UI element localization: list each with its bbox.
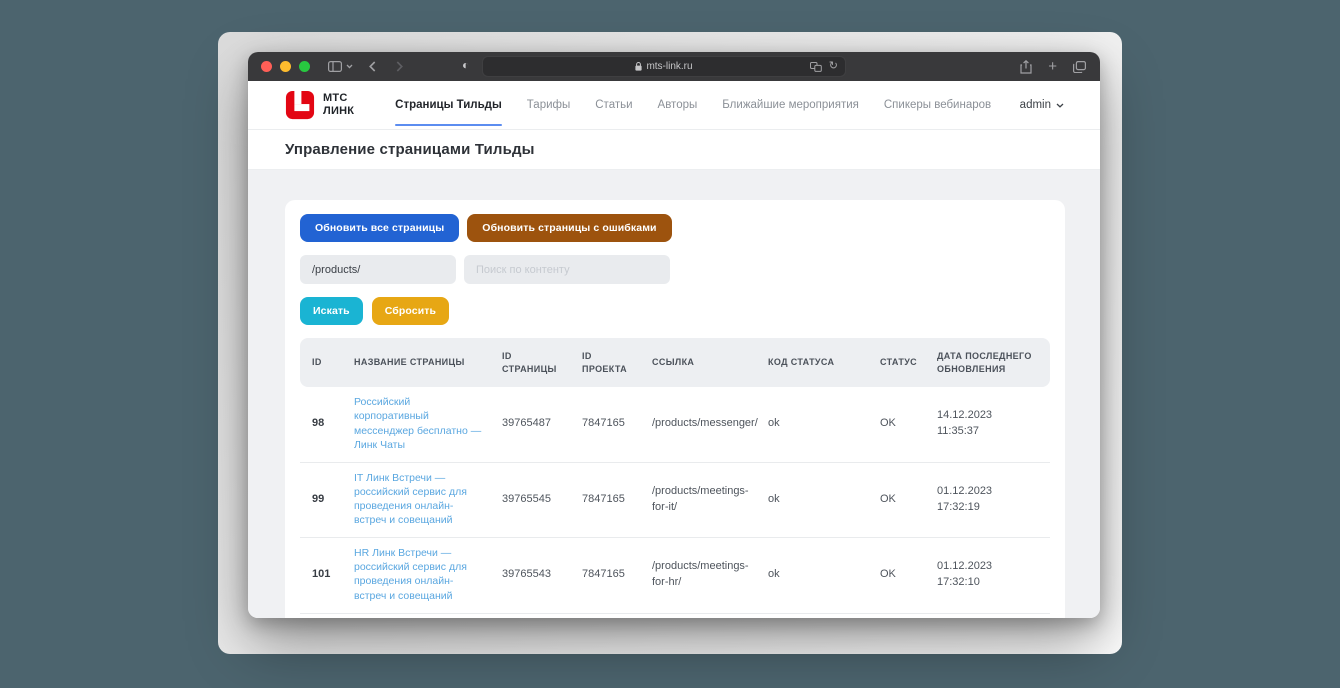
- share-icon[interactable]: [1020, 59, 1032, 74]
- cell-status: OK: [870, 537, 927, 613]
- page-name-link[interactable]: IT Линк Встречи — российский сервис для …: [354, 471, 482, 528]
- col-page-name: НАЗВАНИЕ СТРАНИЦЫ: [344, 338, 492, 388]
- cell-status-code: [758, 612, 870, 618]
- cell-id: 101: [300, 537, 344, 613]
- nav-item-articles[interactable]: Статьи: [595, 81, 632, 129]
- back-icon[interactable]: [369, 61, 376, 72]
- page-name-link[interactable]: HR Линк Встречи — российский сервис для …: [354, 546, 482, 603]
- table-row: Линк Вебинары —: [300, 612, 1050, 618]
- cell-updated: 01.12.2023 17:32:19: [927, 461, 1050, 538]
- cell-link: /products/messenger/: [642, 387, 758, 462]
- mts-link-logo[interactable]: МТС ЛИНК: [285, 90, 354, 120]
- cell-updated: [927, 612, 1050, 618]
- table-header-row: ID НАЗВАНИЕ СТРАНИЦЫ ID СТРАНИЦЫ ID ПРОЕ…: [300, 338, 1050, 388]
- cell-project-id: 7847165: [572, 461, 642, 538]
- reload-icon[interactable]: ↻: [829, 61, 838, 72]
- translate-icon[interactable]: [809, 61, 822, 72]
- cell-link: [642, 612, 758, 618]
- col-status-code: КОД СТАТУСА: [758, 338, 870, 388]
- mts-link-logo-icon: [285, 90, 315, 120]
- sidebar-chevron-down-icon[interactable]: [346, 64, 353, 69]
- cell-status-code: ok: [758, 461, 870, 538]
- tab-overview-icon[interactable]: [1073, 60, 1086, 73]
- browser-titlebar: ◐ mts-link.ru ↻ +: [248, 52, 1100, 81]
- app-header: МТС ЛИНК Страницы Тильды Тарифы Статьи А…: [248, 81, 1100, 130]
- table-row: 99 IT Линк Встречи — российский сервис д…: [300, 461, 1050, 538]
- cell-id: [300, 612, 344, 618]
- reset-button[interactable]: Сбросить: [371, 297, 450, 325]
- page-name-link[interactable]: Российский корпоративный мессенджер бесп…: [354, 395, 482, 452]
- cell-id: 98: [300, 387, 344, 462]
- cell-page-id: 39765543: [492, 537, 572, 613]
- cell-status-code: ok: [758, 537, 870, 613]
- content-card: Обновить все страницы Обновить страницы …: [285, 200, 1065, 618]
- cell-page-id: 39765487: [492, 387, 572, 462]
- content-search-input[interactable]: [464, 255, 670, 284]
- page-body: Обновить все страницы Обновить страницы …: [248, 170, 1100, 618]
- user-menu[interactable]: admin: [1020, 99, 1064, 111]
- pages-table: ID НАЗВАНИЕ СТРАНИЦЫ ID СТРАНИЦЫ ID ПРОЕ…: [300, 338, 1050, 618]
- col-status: СТАТУС: [870, 338, 927, 388]
- user-menu-label: admin: [1019, 99, 1051, 111]
- cell-id: 99: [300, 461, 344, 538]
- nav-item-tilda-pages[interactable]: Страницы Тильды: [395, 81, 502, 129]
- close-window-icon[interactable]: [261, 61, 272, 72]
- logo-text: МТС ЛИНК: [323, 92, 355, 117]
- cell-link: /products/meetings-for-it/: [642, 461, 758, 538]
- search-button[interactable]: Искать: [300, 297, 363, 325]
- page-appearance-icon[interactable]: ◐: [462, 59, 469, 71]
- chevron-down-icon: [1056, 103, 1064, 108]
- update-error-pages-button[interactable]: Обновить страницы с ошибками: [467, 214, 672, 242]
- address-bar[interactable]: mts-link.ru ↻: [482, 56, 846, 77]
- path-filter-input[interactable]: [300, 255, 456, 284]
- cell-page-id: [492, 612, 572, 618]
- page-title: Управление страницами Тильды: [285, 141, 535, 158]
- browser-window: ◐ mts-link.ru ↻ + МТС ЛИНК Страницы Тиль…: [248, 52, 1100, 618]
- new-tab-icon[interactable]: +: [1048, 59, 1057, 74]
- cell-project-id: 7847165: [572, 537, 642, 613]
- nav-item-tariffs[interactable]: Тарифы: [527, 81, 570, 129]
- window-controls: [261, 61, 310, 72]
- address-text: mts-link.ru: [646, 61, 693, 72]
- cell-updated: 01.12.2023 17:32:10: [927, 537, 1050, 613]
- col-link: ССЫЛКА: [642, 338, 758, 388]
- nav-item-webinar-speakers[interactable]: Спикеры вебинаров: [884, 81, 991, 129]
- update-all-pages-button[interactable]: Обновить все страницы: [300, 214, 460, 242]
- col-last-updated: ДАТА ПОСЛЕДНЕГО ОБНОВЛЕНИЯ: [927, 338, 1050, 388]
- minimize-window-icon[interactable]: [280, 61, 291, 72]
- col-page-id: ID СТРАНИЦЫ: [492, 338, 572, 388]
- cell-page-id: 39765545: [492, 461, 572, 538]
- nav-item-authors[interactable]: Авторы: [658, 81, 698, 129]
- col-project-id: ID ПРОЕКТА: [572, 338, 642, 388]
- cell-status-code: ok: [758, 387, 870, 462]
- col-id: ID: [300, 338, 344, 388]
- nav-item-upcoming-events[interactable]: Ближайшие мероприятия: [722, 81, 859, 129]
- cell-updated: 14.12.2023 11:35:37: [927, 387, 1050, 462]
- table-row: 98 Российский корпоративный мессенджер б…: [300, 387, 1050, 462]
- page-title-bar: Управление страницами Тильды: [248, 130, 1100, 170]
- cell-project-id: [572, 612, 642, 618]
- cell-status: [870, 612, 927, 618]
- cell-project-id: 7847165: [572, 387, 642, 462]
- sidebar-toggle-icon[interactable]: [328, 61, 342, 72]
- cell-status: OK: [870, 461, 927, 538]
- cell-link: /products/meetings-for-hr/: [642, 537, 758, 613]
- main-nav: Страницы Тильды Тарифы Статьи Авторы Бли…: [370, 81, 991, 129]
- zoom-window-icon[interactable]: [299, 61, 310, 72]
- forward-icon[interactable]: [396, 61, 403, 72]
- table-row: 101 HR Линк Встречи — российский сервис …: [300, 537, 1050, 613]
- cell-status: OK: [870, 387, 927, 462]
- lock-icon: [635, 62, 643, 71]
